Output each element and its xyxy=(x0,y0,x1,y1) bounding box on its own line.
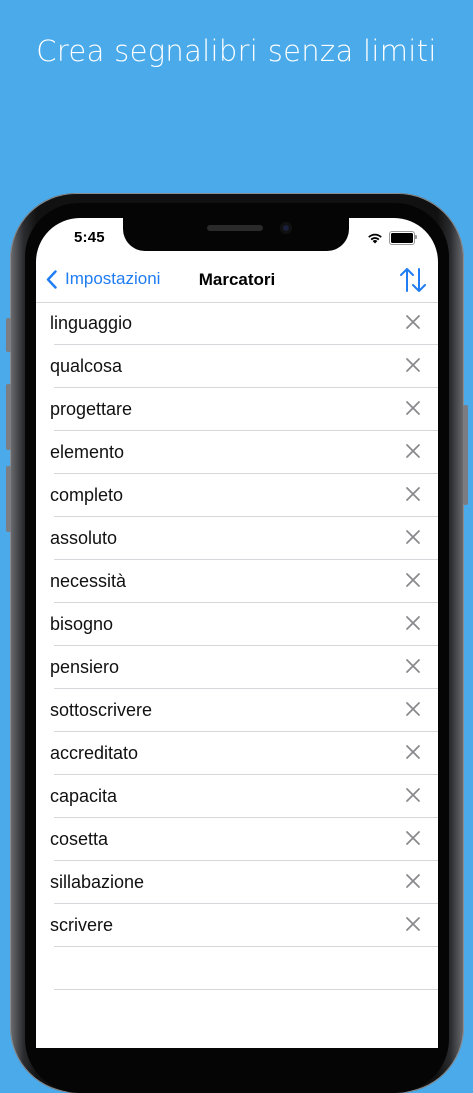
bookmark-label: assoluto xyxy=(50,528,118,548)
delete-x-icon[interactable] xyxy=(404,786,422,804)
delete-x-icon[interactable] xyxy=(404,442,422,460)
bookmark-row[interactable]: scrivere xyxy=(50,904,438,947)
delete-x-icon[interactable] xyxy=(404,528,422,546)
volume-up-button xyxy=(6,384,11,450)
delete-x-icon[interactable] xyxy=(404,399,422,417)
bookmark-label: scrivere xyxy=(50,915,114,935)
speaker-grille xyxy=(207,225,263,231)
bookmark-label: sottoscrivere xyxy=(50,700,153,720)
bookmark-label: pensiero xyxy=(50,657,120,677)
delete-x-icon[interactable] xyxy=(404,571,422,589)
delete-x-icon[interactable] xyxy=(404,657,422,675)
bookmark-row[interactable]: linguaggio xyxy=(50,302,438,345)
bookmark-row[interactable]: accreditato xyxy=(50,732,438,775)
silent-switch xyxy=(6,318,11,352)
battery-icon xyxy=(389,231,417,245)
bookmark-row[interactable]: qualcosa xyxy=(50,345,438,388)
back-button[interactable]: Impostazioni xyxy=(46,269,160,289)
bookmark-row[interactable]: necessità xyxy=(50,560,438,603)
bookmark-label: capacita xyxy=(50,786,118,806)
bookmark-label: accreditato xyxy=(50,743,139,763)
bookmark-row[interactable]: bisogno xyxy=(50,603,438,646)
chevron-left-icon xyxy=(46,269,57,289)
bookmark-label: progettare xyxy=(50,399,133,419)
delete-x-icon[interactable] xyxy=(404,485,422,503)
phone-screen: 5:45 Impostazioni Marcatori linguaggio q… xyxy=(36,218,438,1048)
delete-x-icon[interactable] xyxy=(404,829,422,847)
navigation-bar: Impostazioni Marcatori xyxy=(36,258,438,303)
notch xyxy=(123,218,349,251)
bookmark-row[interactable]: capacita xyxy=(50,775,438,818)
delete-x-icon[interactable] xyxy=(404,700,422,718)
bookmark-row[interactable]: pensiero xyxy=(50,646,438,689)
sort-button[interactable] xyxy=(398,266,428,294)
wifi-icon xyxy=(368,233,382,244)
delete-x-icon[interactable] xyxy=(404,356,422,374)
bookmark-label: qualcosa xyxy=(50,356,123,376)
volume-down-button xyxy=(6,466,11,532)
bookmark-label: necessità xyxy=(50,571,127,591)
empty-row xyxy=(54,947,438,990)
status-icons xyxy=(367,231,417,245)
bookmark-label: cosetta xyxy=(50,829,109,849)
bookmark-row[interactable]: completo xyxy=(50,474,438,517)
bookmark-row[interactable]: sillabazione xyxy=(50,861,438,904)
back-button-label: Impostazioni xyxy=(65,269,161,288)
bookmark-row[interactable]: elemento xyxy=(50,431,438,474)
bookmark-row[interactable]: assoluto xyxy=(50,517,438,560)
delete-x-icon[interactable] xyxy=(404,915,422,933)
bookmark-list: linguaggio qualcosa progettare elemento comp… xyxy=(36,302,438,990)
bookmark-label: bisogno xyxy=(50,614,114,634)
sort-arrows-icon xyxy=(400,268,426,292)
delete-x-icon[interactable] xyxy=(404,872,422,890)
front-camera xyxy=(280,222,292,234)
status-time: 5:45 xyxy=(74,229,105,246)
bookmark-row[interactable]: sottoscrivere xyxy=(50,689,438,732)
delete-x-icon[interactable] xyxy=(404,313,422,331)
bookmark-row[interactable]: cosetta xyxy=(50,818,438,861)
delete-x-icon[interactable] xyxy=(404,614,422,632)
bookmark-row[interactable]: progettare xyxy=(50,388,438,431)
bookmark-label: completo xyxy=(50,485,124,505)
delete-x-icon[interactable] xyxy=(404,743,422,761)
promo-headline: Crea segnalibri senza limiti xyxy=(36,34,437,68)
bookmark-label: sillabazione xyxy=(50,872,145,892)
bookmark-label: linguaggio xyxy=(50,313,133,333)
bookmark-label: elemento xyxy=(50,442,125,462)
power-button xyxy=(463,405,468,505)
